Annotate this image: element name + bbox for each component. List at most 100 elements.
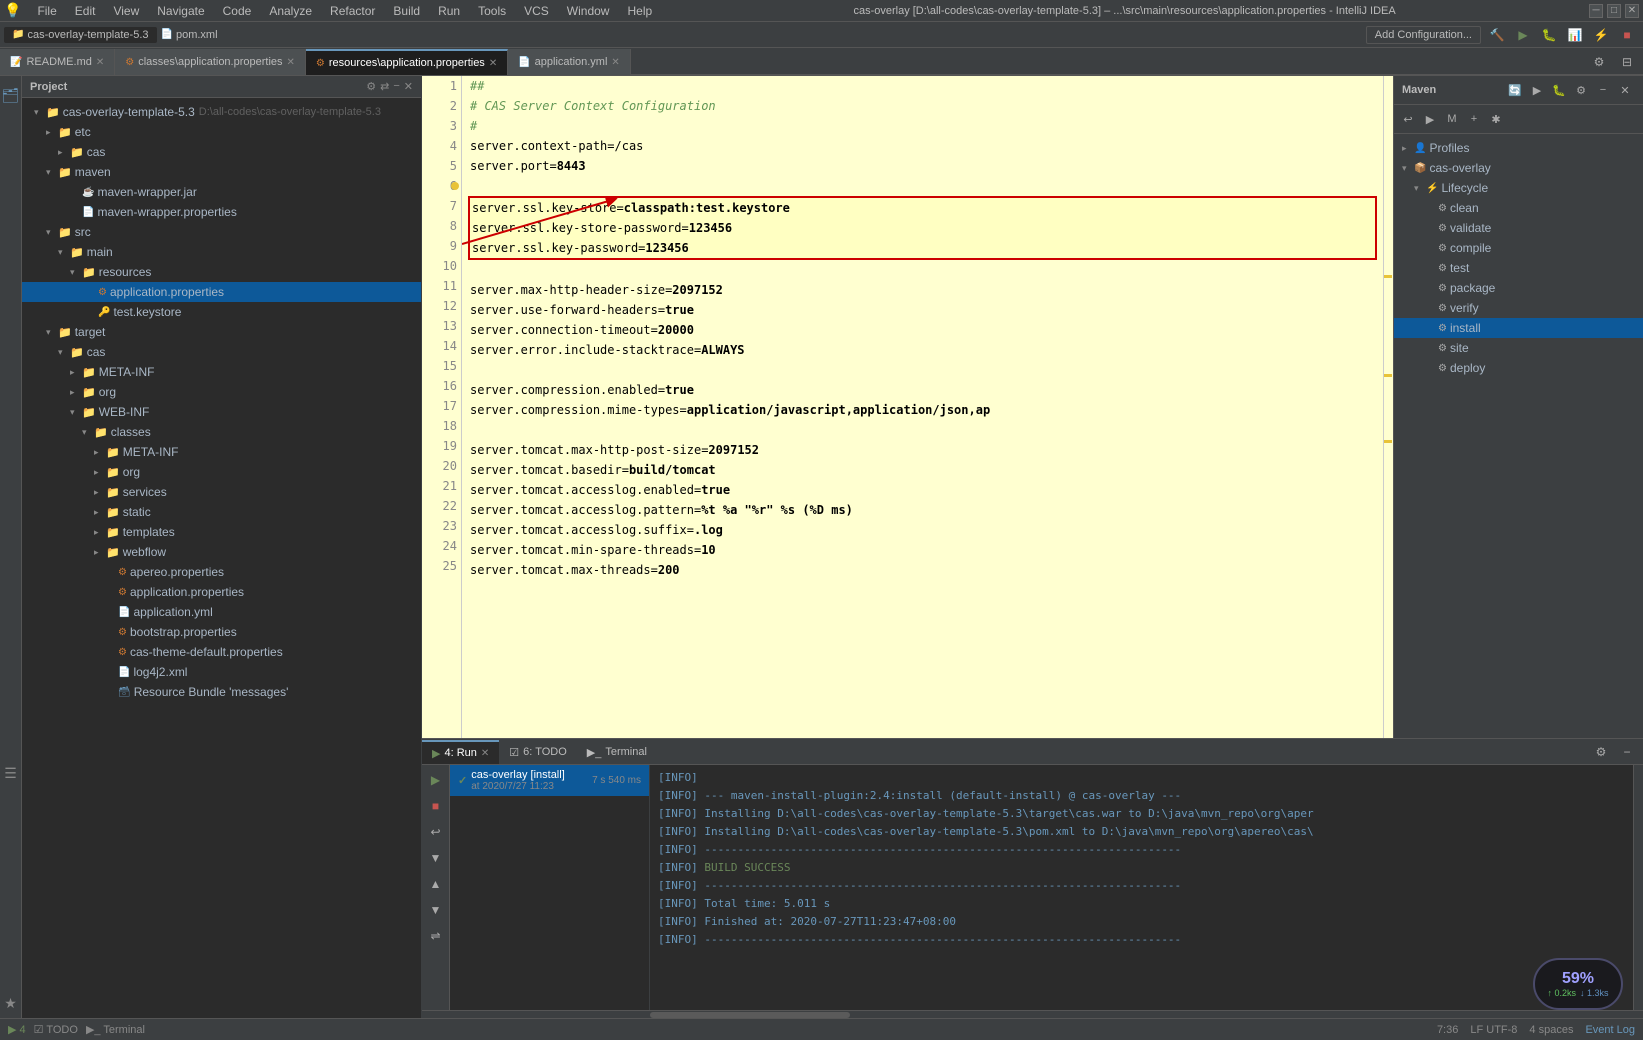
run-play-btn[interactable]: ▶	[425, 769, 447, 791]
tree-templates[interactable]: ▸ 📁 templates	[22, 522, 421, 542]
tree-app-props[interactable]: ⚙ application.properties	[22, 282, 421, 302]
maven-deploy[interactable]: ⚙ deploy	[1394, 358, 1643, 378]
maven-reload-btn[interactable]: 🔄	[1505, 80, 1525, 100]
tree-webinf[interactable]: ▾ 📁 WEB-INF	[22, 402, 421, 422]
tab-app-yml-close[interactable]: ✕	[611, 57, 619, 68]
tab-readme[interactable]: 📝 README.md ✕	[0, 49, 115, 75]
project-tab[interactable]: 📁 cas-overlay-template-5.3	[4, 27, 157, 43]
tree-org[interactable]: ▸ 📁 org	[22, 382, 421, 402]
run-button[interactable]: ▶	[1511, 23, 1535, 47]
run-soft-wrap-btn[interactable]: ⇌	[425, 925, 447, 947]
tree-classes-meta[interactable]: ▸ 📁 META-INF	[22, 442, 421, 462]
run-output-scrollbar[interactable]	[1633, 765, 1643, 1010]
maven-settings-btn[interactable]: ⚙	[1571, 80, 1591, 100]
maven-cas-overlay[interactable]: ▾ 📦 cas-overlay	[1394, 158, 1643, 178]
menu-tools[interactable]: Tools	[470, 2, 514, 20]
tree-log4j2[interactable]: 📄 log4j2.xml	[22, 662, 421, 682]
tree-keystore[interactable]: 🔑 test.keystore	[22, 302, 421, 322]
menu-analyze[interactable]: Analyze	[261, 2, 320, 20]
run-up-btn[interactable]: ▲	[425, 873, 447, 895]
run-output[interactable]: [INFO] [INFO] --- maven-install-plugin:2…	[650, 765, 1633, 1010]
run-tab-close[interactable]: ✕	[481, 748, 489, 759]
debug-button[interactable]: 🐛	[1537, 23, 1561, 47]
stop-button[interactable]: ■	[1615, 23, 1639, 47]
tree-main[interactable]: ▾ 📁 main	[22, 242, 421, 262]
run-minimize-btn[interactable]: −	[1615, 740, 1639, 764]
menu-navigate[interactable]: Navigate	[149, 2, 212, 20]
maximize-button[interactable]: □	[1607, 4, 1621, 18]
sidebar-minimize-icon[interactable]: −	[393, 80, 399, 93]
tree-etc[interactable]: ▸ 📁 etc	[22, 122, 421, 142]
tree-cas-theme[interactable]: ⚙ cas-theme-default.properties	[22, 642, 421, 662]
tree-meta-inf[interactable]: ▸ 📁 META-INF	[22, 362, 421, 382]
menu-file[interactable]: File	[29, 2, 64, 20]
status-todo-btn[interactable]: ☑ TODO	[34, 1023, 78, 1036]
tree-classes-app-props[interactable]: ⚙ application.properties	[22, 582, 421, 602]
maven-validate[interactable]: ⚙ validate	[1394, 218, 1643, 238]
tree-apereo[interactable]: ⚙ apereo.properties	[22, 562, 421, 582]
maven-debug-btn[interactable]: 🐛	[1549, 80, 1569, 100]
tree-classes[interactable]: ▾ 📁 classes	[22, 422, 421, 442]
maven-minimize-btn[interactable]: −	[1593, 80, 1613, 100]
menu-build[interactable]: Build	[385, 2, 428, 20]
tab-todo[interactable]: ☑ 6: TODO	[499, 740, 576, 764]
run-filter-btn[interactable]: ▼	[425, 847, 447, 869]
maven-tb5[interactable]: ✱	[1486, 109, 1506, 129]
tree-maven-props[interactable]: 📄 maven-wrapper.properties	[22, 202, 421, 222]
minimize-button[interactable]: ─	[1589, 4, 1603, 18]
tab-classes-props[interactable]: ⚙ classes\application.properties ✕	[115, 49, 306, 75]
tree-static[interactable]: ▸ 📁 static	[22, 502, 421, 522]
menu-vcs[interactable]: VCS	[516, 2, 557, 20]
profile-button[interactable]: ⚡	[1589, 23, 1613, 47]
tab-classes-props-close[interactable]: ✕	[287, 57, 295, 68]
tree-resource-bundle[interactable]: 🗃 Resource Bundle 'messages'	[22, 682, 421, 702]
run-list-item-0[interactable]: ✓ cas-overlay [install] at 2020/7/27 11:…	[450, 765, 649, 796]
status-run-btn[interactable]: ▶ 4	[8, 1023, 26, 1036]
sidebar-structure-icon[interactable]: ☰	[1, 758, 21, 788]
sidebar-sync-icon[interactable]: ⇄	[380, 80, 389, 93]
pom-tab[interactable]: 📄 pom.xml	[161, 29, 218, 41]
tree-services[interactable]: ▸ 📁 services	[22, 482, 421, 502]
maven-verify[interactable]: ⚙ verify	[1394, 298, 1643, 318]
run-config[interactable]: Add Configuration...	[1366, 26, 1481, 44]
tab-readme-close[interactable]: ✕	[96, 57, 104, 68]
menu-window[interactable]: Window	[559, 2, 618, 20]
build-button[interactable]: 🔨	[1485, 23, 1509, 47]
editor-scrollbar[interactable]	[1383, 76, 1393, 738]
editor-settings-btn[interactable]: ⚙	[1587, 50, 1611, 74]
menu-view[interactable]: View	[105, 2, 147, 20]
maven-close-btn[interactable]: ✕	[1615, 80, 1635, 100]
tree-maven-jar[interactable]: ☕ maven-wrapper.jar	[22, 182, 421, 202]
tab-resources-props[interactable]: ⚙ resources\application.properties ✕	[306, 49, 508, 75]
tree-target-cas[interactable]: ▾ 📁 cas	[22, 342, 421, 362]
maven-lifecycle[interactable]: ▾ ⚡ Lifecycle	[1394, 178, 1643, 198]
maven-install[interactable]: ⚙ install	[1394, 318, 1643, 338]
run-settings-btn[interactable]: ⚙	[1589, 740, 1613, 764]
maven-tb4[interactable]: +	[1464, 109, 1484, 129]
event-log-btn[interactable]: Event Log	[1585, 1024, 1635, 1036]
sidebar-favorites-icon[interactable]: ★	[1, 988, 21, 1018]
tab-run[interactable]: ▶ 4: Run ✕	[422, 740, 499, 764]
tree-webflow[interactable]: ▸ 📁 webflow	[22, 542, 421, 562]
maven-test[interactable]: ⚙ test	[1394, 258, 1643, 278]
tree-src[interactable]: ▾ 📁 src	[22, 222, 421, 242]
run-down-btn[interactable]: ▼	[425, 899, 447, 921]
run-stop-btn[interactable]: ■	[425, 795, 447, 817]
menu-refactor[interactable]: Refactor	[322, 2, 383, 20]
tree-bootstrap[interactable]: ⚙ bootstrap.properties	[22, 622, 421, 642]
maven-package[interactable]: ⚙ package	[1394, 278, 1643, 298]
maven-run-btn[interactable]: ▶	[1527, 80, 1547, 100]
maven-compile[interactable]: ⚙ compile	[1394, 238, 1643, 258]
tree-classes-org[interactable]: ▸ 📁 org	[22, 462, 421, 482]
menu-edit[interactable]: Edit	[67, 2, 104, 20]
maven-clean[interactable]: ⚙ clean	[1394, 198, 1643, 218]
tree-etc-cas[interactable]: ▸ 📁 cas	[22, 142, 421, 162]
sidebar-settings-icon[interactable]: ⚙	[366, 80, 376, 93]
tree-target[interactable]: ▾ 📁 target	[22, 322, 421, 342]
run-scrollbar-h[interactable]	[422, 1010, 1643, 1018]
coverage-button[interactable]: 📊	[1563, 23, 1587, 47]
tree-maven[interactable]: ▾ 📁 maven	[22, 162, 421, 182]
tree-root[interactable]: ▾ 📁 cas-overlay-template-5.3 D:\all-code…	[22, 102, 421, 122]
maven-site[interactable]: ⚙ site	[1394, 338, 1643, 358]
sidebar-project-icon[interactable]: 🗂	[1, 80, 21, 110]
